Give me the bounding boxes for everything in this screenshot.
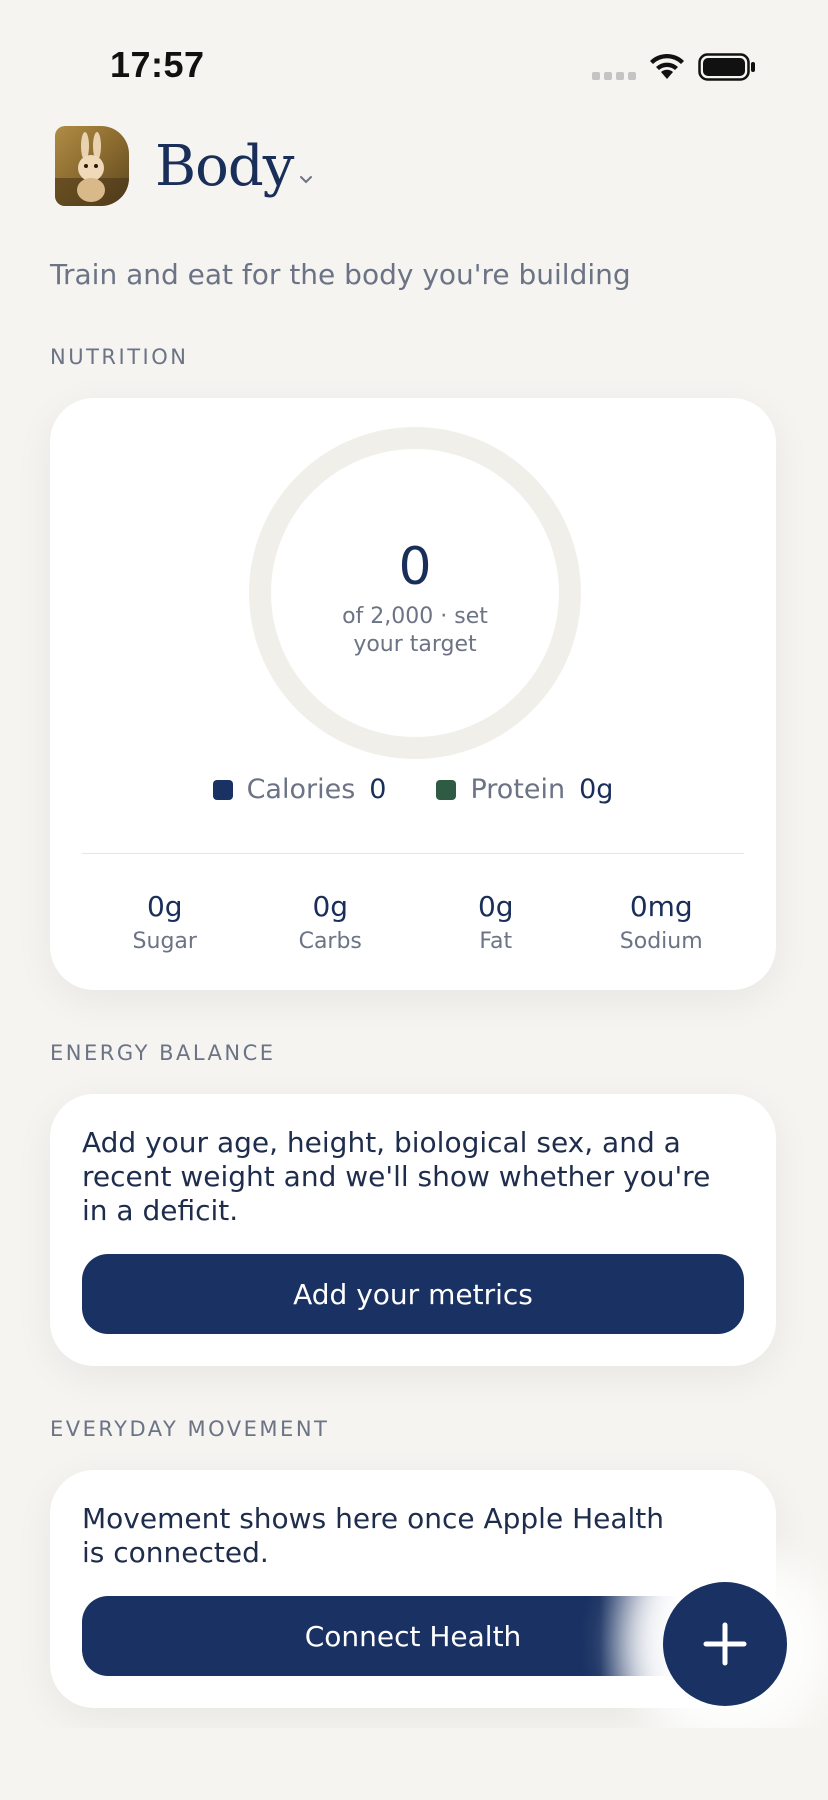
macro-label: Carbs [298, 929, 362, 954]
macro-fat: 0g Fat [413, 890, 579, 954]
status-time: 17:57 [110, 44, 205, 85]
legend-calories-value: 0 [369, 774, 387, 805]
macro-sodium: 0mg Sodium [579, 890, 745, 954]
macro-label: Fat [479, 929, 513, 954]
everyday-movement-text: Movement shows here once Apple Health is… [82, 1502, 665, 1569]
macro-label: Sodium [619, 929, 703, 954]
macro-row: 0g Sugar 0g Carbs 0g Fat 0mg Sodium [82, 890, 744, 954]
protein-swatch [436, 779, 457, 800]
legend-calories: Calories 0 [212, 774, 387, 805]
macro-label: Sugar [132, 929, 197, 954]
divider [82, 853, 744, 854]
calorie-target-text: of 2,000 · set your target [342, 604, 488, 657]
macro-value: 0g [312, 890, 349, 923]
page-subtitle: Train and eat for the body you're buildi… [50, 258, 631, 291]
bottom-safe-area [0, 1728, 828, 1800]
legend-protein-label: Protein [470, 774, 566, 805]
legend-protein-value: 0g [579, 774, 614, 805]
plus-icon [703, 1622, 747, 1666]
calorie-value: 0 [398, 537, 432, 597]
macro-value: 0mg [629, 890, 693, 923]
nutrition-section-label: NUTRITION [50, 345, 189, 369]
add-metrics-button[interactable]: Add your metrics [82, 1254, 744, 1334]
wifi-icon [650, 53, 684, 79]
macro-sugar: 0g Sugar [82, 890, 248, 954]
macro-carbs: 0g Carbs [248, 890, 414, 954]
everyday-movement-section-label: EVERYDAY MOVEMENT [50, 1417, 330, 1441]
macro-value: 0g [477, 890, 514, 923]
energy-balance-card: Add your age, height, biological sex, an… [50, 1094, 776, 1366]
chevron-down-icon[interactable] [299, 175, 313, 185]
status-bar: 17:57 [0, 0, 828, 120]
energy-balance-text: Add your age, height, biological sex, an… [82, 1126, 711, 1227]
nutrition-legend: Calories 0 Protein 0g [50, 774, 776, 805]
calorie-ring: 0 of 2,000 · set your target [248, 426, 582, 760]
page-title[interactable]: Body [155, 134, 294, 199]
header[interactable]: Body [55, 126, 313, 206]
energy-balance-section-label: ENERGY BALANCE [50, 1041, 276, 1065]
legend-protein: Protein 0g [436, 774, 613, 805]
battery-icon [698, 53, 755, 81]
cellular-signal-icon [592, 72, 636, 80]
nutrition-card[interactable]: 0 of 2,000 · set your target Calories 0 … [50, 398, 776, 990]
macro-value: 0g [146, 890, 183, 923]
add-fab-button[interactable] [663, 1582, 787, 1706]
calories-swatch [212, 779, 233, 800]
bunny-avatar-icon [55, 132, 129, 206]
legend-calories-label: Calories [246, 774, 356, 805]
avatar[interactable] [55, 126, 129, 206]
